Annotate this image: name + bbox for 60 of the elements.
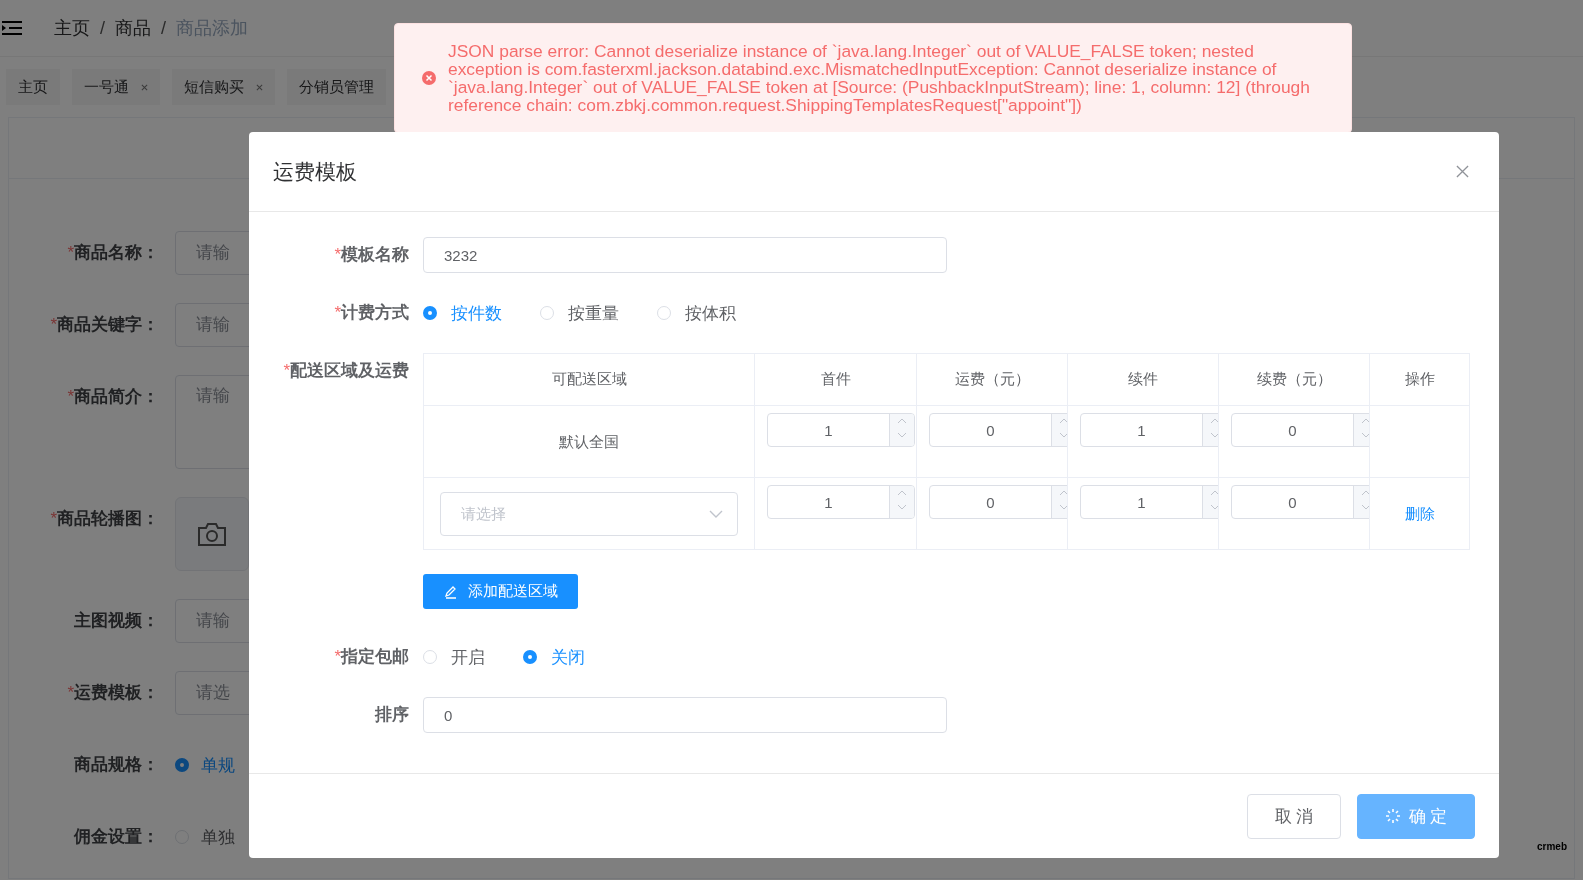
menu-icon[interactable]	[2, 20, 22, 36]
column-header: 续费（元）	[1256, 370, 1332, 387]
number-field[interactable]: 1	[1080, 485, 1218, 519]
form-label: 排序	[373, 704, 410, 726]
breadcrumb-item[interactable]: 主页	[54, 16, 90, 40]
form-label: *指定包邮	[333, 646, 410, 668]
page-tab[interactable]: 主页	[6, 69, 60, 105]
number-field[interactable]: 0	[929, 485, 1067, 519]
column-header: 首件	[820, 370, 851, 387]
sort-field[interactable]: 0	[423, 697, 947, 733]
radio-option[interactable]: 关闭	[523, 645, 585, 669]
error-icon	[422, 71, 436, 85]
form-label: 主图视频：	[73, 610, 160, 632]
form-label: 佣金设置：	[73, 826, 160, 848]
loading-icon	[1384, 808, 1401, 824]
column-header: 运费（元）	[954, 370, 1030, 387]
close-icon[interactable]	[1456, 165, 1469, 178]
form-label: *商品简介：	[66, 386, 160, 408]
breadcrumb-separator: /	[100, 17, 105, 39]
form-label: *计费方式	[333, 302, 410, 324]
close-icon[interactable]	[141, 83, 148, 91]
form-label: *运费模板：	[66, 682, 160, 704]
add-region-button[interactable]: 添加配送区域	[423, 574, 578, 609]
breadcrumb-separator: /	[161, 17, 167, 39]
template-name-field[interactable]: 3232	[423, 237, 947, 273]
page-tab[interactable]: 一号通	[72, 69, 160, 105]
error-text: JSON parse error: Cannot deserialize instance of `java.lang.Integer` out of VALUE_FALSE token; nested exception is com.fasterxml.jackson.databind.exc.MismatchedInputException: Cannot deserialize instance of `java.lang.Integer` out of VALUE_FALSE token at [Source: (PushbackInputStream); line: 1, column: 12] (through reference chain: com.zbkj.common.request.ShippingTemplatesRequest["appoint"])	[448, 42, 1311, 114]
column-header: 操作	[1404, 370, 1435, 387]
page-tab[interactable]: 分销员管理	[287, 69, 386, 105]
radio-option[interactable]: 开启	[423, 645, 485, 669]
number-field[interactable]: 0	[929, 413, 1067, 447]
radio-option[interactable]: 按件数	[423, 301, 502, 325]
number-field[interactable]: 1	[1080, 413, 1218, 447]
form-label: 商品规格：	[73, 754, 160, 776]
pencil-icon	[443, 584, 458, 599]
caret-icon	[709, 509, 723, 518]
table-cell: 默认全国	[559, 433, 619, 450]
form-label: *模板名称	[333, 244, 410, 266]
form-label: *商品轮播图：	[49, 508, 160, 530]
delete-link[interactable]: 删除	[1404, 505, 1435, 522]
page-tab[interactable]: 短信购买	[172, 69, 275, 105]
column-header: 续件	[1128, 370, 1158, 387]
number-field[interactable]: 0	[1231, 485, 1369, 519]
number-field[interactable]: 0	[1231, 413, 1369, 447]
radio-option[interactable]: 按体积	[657, 301, 736, 325]
radio-option[interactable]: 单独	[175, 815, 235, 859]
breadcrumb-item[interactable]: 商品	[115, 16, 151, 40]
number-field[interactable]: 1	[767, 413, 915, 447]
number-field[interactable]: 1	[767, 485, 915, 519]
form-label: *商品关键字：	[49, 314, 160, 336]
close-icon[interactable]	[256, 83, 263, 91]
column-header: 可配送区域	[551, 370, 627, 387]
dialog-title: 运费模板	[273, 158, 357, 185]
form-label: *商品名称：	[66, 242, 160, 264]
cancel-button[interactable]: 取 消	[1247, 793, 1341, 839]
logo: crmeb	[1537, 841, 1567, 852]
form-label: *配送区域及运费	[282, 360, 410, 382]
radio-option[interactable]: 按重量	[540, 301, 619, 325]
upload-button[interactable]	[175, 497, 249, 571]
camera-icon	[197, 521, 227, 547]
